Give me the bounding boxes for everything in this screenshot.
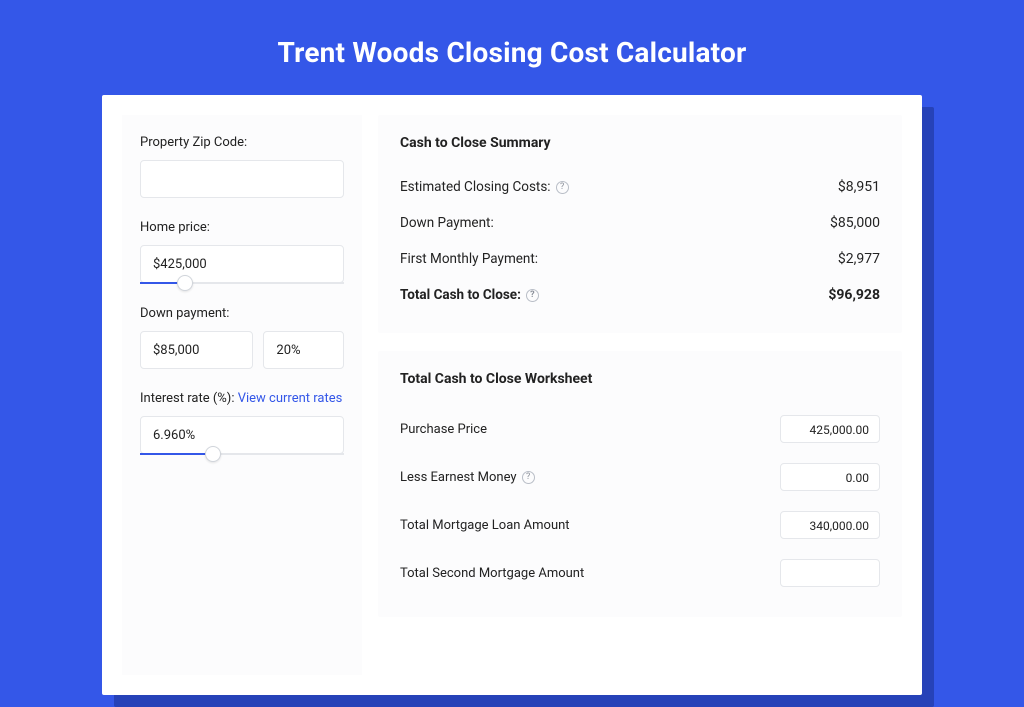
help-icon[interactable]: ? xyxy=(522,471,535,484)
interest-field-group: Interest rate (%): View current rates 6.… xyxy=(140,391,344,455)
down-payment-label: Down payment: xyxy=(140,306,344,321)
worksheet-section: Total Cash to Close Worksheet Purchase P… xyxy=(378,351,902,617)
worksheet-row: Less Earnest Money ? 0.00 xyxy=(400,453,880,501)
slider-thumb-icon[interactable] xyxy=(177,275,193,291)
interest-slider[interactable] xyxy=(140,453,344,455)
home-price-label: Home price: xyxy=(140,220,344,235)
home-price-input[interactable]: $425,000 xyxy=(140,245,344,283)
worksheet-label: Total Mortgage Loan Amount xyxy=(400,518,570,533)
summary-section: Cash to Close Summary Estimated Closing … xyxy=(378,115,902,333)
summary-label-text: Down Payment: xyxy=(400,215,494,231)
worksheet-input[interactable]: 0.00 xyxy=(780,463,880,491)
interest-label-text: Interest rate (%): xyxy=(140,391,238,406)
worksheet-label: Purchase Price xyxy=(400,422,487,437)
summary-label-text: First Monthly Payment: xyxy=(400,251,538,267)
summary-row: Total Cash to Close: ? $96,928 xyxy=(400,277,880,313)
worksheet-label: Less Earnest Money xyxy=(400,470,517,485)
down-payment-field-group: Down payment: $85,000 20% xyxy=(140,306,344,369)
calculator-card-wrap: Property Zip Code: Home price: $425,000 … xyxy=(102,95,922,695)
down-payment-input[interactable]: $85,000 xyxy=(140,331,253,369)
summary-value: $2,977 xyxy=(838,251,880,267)
worksheet-label: Total Second Mortgage Amount xyxy=(400,566,584,581)
summary-value: $96,928 xyxy=(828,287,880,303)
worksheet-row: Total Mortgage Loan Amount 340,000.00 xyxy=(400,501,880,549)
summary-row: First Monthly Payment: $2,977 xyxy=(400,241,880,277)
interest-label: Interest rate (%): View current rates xyxy=(140,391,344,406)
zip-input[interactable] xyxy=(140,160,344,198)
help-icon[interactable]: ? xyxy=(556,181,569,194)
summary-value: $8,951 xyxy=(838,179,880,195)
help-icon[interactable]: ? xyxy=(526,289,539,302)
summary-row: Estimated Closing Costs: ? $8,951 xyxy=(400,169,880,205)
page-title: Trent Woods Closing Cost Calculator xyxy=(0,0,1024,95)
worksheet-input[interactable]: 425,000.00 xyxy=(780,415,880,443)
worksheet-input[interactable] xyxy=(780,559,880,587)
view-rates-link[interactable]: View current rates xyxy=(238,391,343,406)
summary-value: $85,000 xyxy=(830,215,880,231)
summary-title: Cash to Close Summary xyxy=(400,135,880,151)
home-price-field-group: Home price: $425,000 xyxy=(140,220,344,284)
zip-label: Property Zip Code: xyxy=(140,135,344,150)
worksheet-input[interactable]: 340,000.00 xyxy=(780,511,880,539)
worksheet-row: Total Second Mortgage Amount xyxy=(400,549,880,597)
summary-row: Down Payment: $85,000 xyxy=(400,205,880,241)
worksheet-title: Total Cash to Close Worksheet xyxy=(400,371,880,387)
calculator-card: Property Zip Code: Home price: $425,000 … xyxy=(102,95,922,695)
worksheet-row: Purchase Price 425,000.00 xyxy=(400,405,880,453)
zip-field-group: Property Zip Code: xyxy=(140,135,344,198)
summary-label-text: Total Cash to Close: xyxy=(400,287,521,303)
results-panel: Cash to Close Summary Estimated Closing … xyxy=(378,115,902,675)
inputs-panel: Property Zip Code: Home price: $425,000 … xyxy=(122,115,362,675)
interest-input[interactable]: 6.960% xyxy=(140,416,344,454)
slider-thumb-icon[interactable] xyxy=(205,446,221,462)
summary-label-text: Estimated Closing Costs: xyxy=(400,179,551,195)
down-payment-pct-input[interactable]: 20% xyxy=(263,331,344,369)
home-price-slider[interactable] xyxy=(140,282,344,284)
